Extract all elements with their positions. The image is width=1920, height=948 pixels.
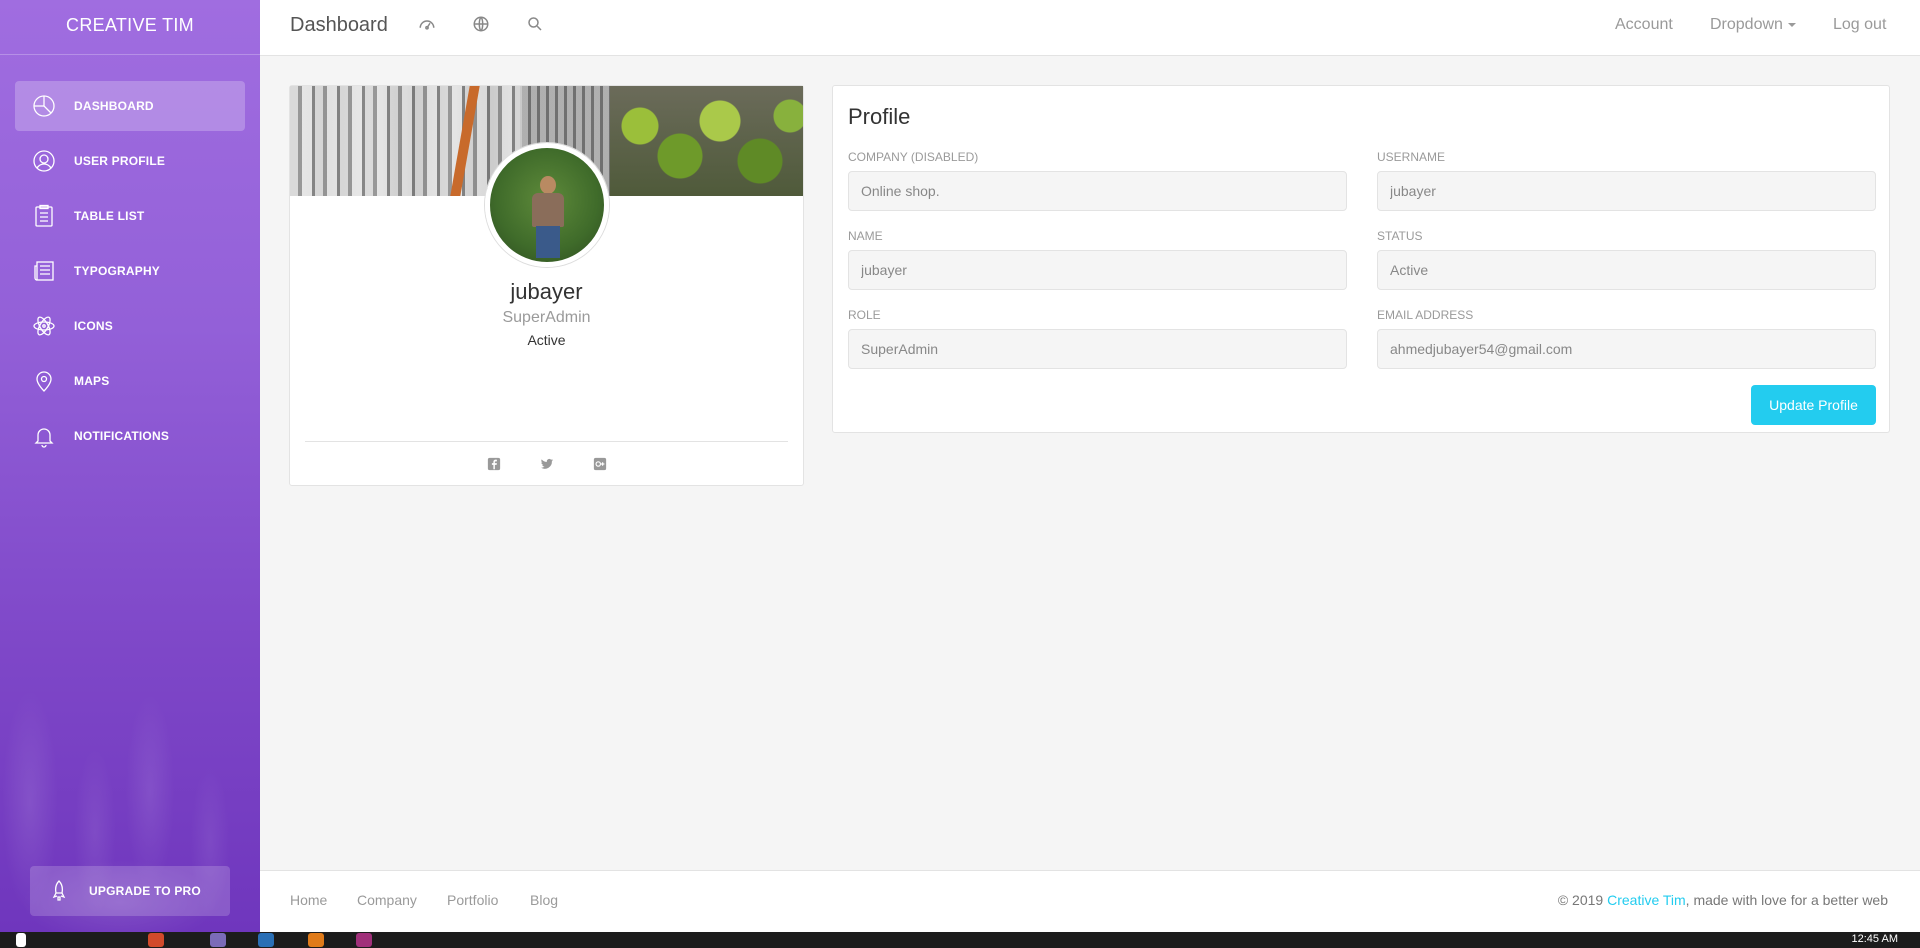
sidebar-item-maps[interactable]: MAPS bbox=[15, 356, 245, 406]
dropdown-label: Dropdown bbox=[1710, 16, 1783, 33]
dashboard-icon[interactable] bbox=[418, 15, 438, 35]
sidebar-item-label: ICONS bbox=[74, 319, 114, 333]
footer-link-blog[interactable]: Blog bbox=[530, 892, 558, 908]
footer-link-portfolio[interactable]: Portfolio bbox=[447, 892, 498, 908]
name-field[interactable] bbox=[848, 250, 1347, 290]
news-icon bbox=[31, 258, 57, 284]
username-field[interactable] bbox=[1377, 171, 1876, 211]
windows-start-icon[interactable] bbox=[16, 933, 26, 947]
status-field[interactable] bbox=[1377, 250, 1876, 290]
taskbar-app-icon[interactable] bbox=[210, 933, 226, 947]
sidebar-item-label: USER PROFILE bbox=[74, 154, 166, 168]
clipboard-icon bbox=[31, 203, 57, 229]
footer-link-company[interactable]: Company bbox=[357, 892, 417, 908]
dropdown-menu[interactable]: Dropdown bbox=[1710, 16, 1796, 34]
profile-card: Profile COMPANY (DISABLED) USERNAME NAME… bbox=[832, 85, 1890, 433]
facebook-icon[interactable] bbox=[487, 457, 503, 473]
sidebar-item-label: TABLE LIST bbox=[74, 209, 145, 223]
taskbar-app-icon[interactable] bbox=[356, 933, 372, 947]
role-field[interactable] bbox=[848, 329, 1347, 369]
status-label: STATUS bbox=[1377, 229, 1423, 243]
sidebar-item-label: UPGRADE TO PRO bbox=[89, 884, 201, 898]
user-icon bbox=[31, 148, 57, 174]
copyright-suffix: , made with love for a better web bbox=[1685, 892, 1888, 908]
logout-link[interactable]: Log out bbox=[1833, 16, 1886, 34]
pie-chart-icon bbox=[31, 93, 57, 119]
sidebar-nav: DASHBOARD USER PROFILE TABLE LIST TYPOGR… bbox=[0, 55, 260, 461]
update-profile-button[interactable]: Update Profile bbox=[1751, 385, 1876, 425]
taskbar-app-icon[interactable] bbox=[308, 933, 324, 947]
footer: Home Company Portfolio Blog © 2019 Creat… bbox=[260, 870, 1920, 932]
globe-icon[interactable] bbox=[472, 15, 492, 35]
card-divider bbox=[305, 441, 788, 442]
avatar bbox=[485, 143, 609, 267]
sidebar: CREATIVE TIM DASHBOARD USER PROFILE TABL… bbox=[0, 0, 260, 932]
email-field[interactable] bbox=[1377, 329, 1876, 369]
footer-link-home[interactable]: Home bbox=[290, 892, 327, 908]
twitter-icon[interactable] bbox=[540, 457, 556, 473]
copyright-prefix: © 2019 bbox=[1557, 892, 1608, 908]
sidebar-item-label: TYPOGRAPHY bbox=[74, 264, 161, 278]
taskbar-clock: 12:45 AM bbox=[1851, 933, 1898, 945]
taskbar-app-icon[interactable] bbox=[258, 933, 274, 947]
sidebar-item-typography[interactable]: TYPOGRAPHY bbox=[15, 246, 245, 296]
sidebar-item-user-profile[interactable]: USER PROFILE bbox=[15, 136, 245, 186]
google-plus-icon[interactable] bbox=[593, 457, 609, 473]
sidebar-item-label: NOTIFICATIONS bbox=[74, 429, 170, 443]
user-role: SuperAdmin bbox=[502, 309, 591, 326]
top-navbar: Dashboard Account Dropdown Log out bbox=[260, 0, 1920, 56]
role-label: ROLE bbox=[848, 308, 881, 322]
company-field[interactable] bbox=[848, 171, 1347, 211]
username-label: USERNAME bbox=[1377, 150, 1446, 164]
brand-logo-text[interactable]: CREATIVE TIM bbox=[0, 0, 260, 55]
sidebar-item-dashboard[interactable]: DASHBOARD bbox=[15, 81, 245, 131]
company-label: COMPANY (DISABLED) bbox=[848, 150, 979, 164]
user-status: Active bbox=[527, 332, 566, 348]
user-card: jubayer SuperAdmin Active bbox=[289, 85, 804, 486]
upgrade-to-pro-button[interactable]: UPGRADE TO PRO bbox=[30, 866, 230, 916]
taskbar-app-icon[interactable] bbox=[148, 933, 164, 947]
email-label: EMAIL ADDRESS bbox=[1377, 308, 1474, 322]
name-label: NAME bbox=[848, 229, 883, 243]
user-name: jubayer bbox=[510, 279, 583, 304]
creative-tim-link[interactable]: Creative Tim bbox=[1607, 892, 1686, 908]
sidebar-item-table-list[interactable]: TABLE LIST bbox=[15, 191, 245, 241]
sidebar-item-icons[interactable]: ICONS bbox=[15, 301, 245, 351]
caret-down-icon bbox=[1787, 22, 1796, 27]
sidebar-item-notifications[interactable]: NOTIFICATIONS bbox=[15, 411, 245, 461]
sidebar-item-label: MAPS bbox=[74, 374, 110, 388]
map-pin-icon bbox=[31, 368, 57, 394]
bell-icon bbox=[31, 423, 57, 449]
search-icon[interactable] bbox=[526, 15, 546, 35]
os-taskbar: 12:45 AM bbox=[0, 932, 1920, 948]
page-title[interactable]: Dashboard bbox=[290, 14, 388, 37]
profile-title: Profile bbox=[848, 104, 911, 129]
account-link[interactable]: Account bbox=[1615, 16, 1673, 34]
copyright: © 2019 Creative Tim, made with love for … bbox=[1558, 892, 1888, 908]
atom-icon bbox=[31, 313, 57, 339]
rocket-icon bbox=[46, 878, 72, 904]
sidebar-item-label: DASHBOARD bbox=[74, 99, 154, 113]
